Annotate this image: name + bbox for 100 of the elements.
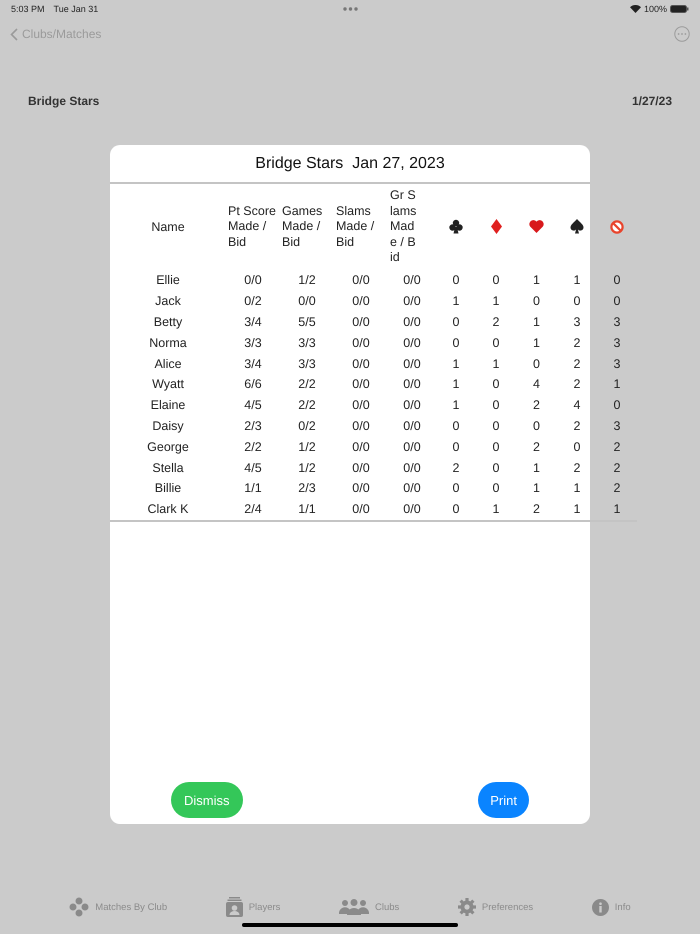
table-cell: 0/0 [352, 440, 370, 454]
table-cell: 1 [533, 481, 540, 496]
table-cell: Wyatt [152, 377, 184, 392]
modal-title: Bridge Stars Jan 27, 2023 [255, 154, 445, 172]
table-cell: 0/0 [352, 418, 370, 433]
table-cell: 1 [574, 502, 580, 516]
table-cell: 0/0 [352, 377, 370, 392]
table-cell: 0 [452, 314, 460, 329]
table-cell: 0/0 [352, 356, 370, 371]
table-cell: 0 [452, 481, 460, 496]
table-cell: 0 [614, 398, 620, 412]
table-cell: 3/3 [298, 356, 316, 371]
table-cell: 1/2 [298, 440, 316, 454]
club-icon [449, 219, 463, 234]
table-cell: 0/0 [352, 398, 370, 412]
table-cell: 3 [614, 336, 620, 350]
table-cell: 0 [533, 294, 540, 308]
table-cell: Jack [155, 294, 181, 308]
table-cell: 0/0 [403, 336, 421, 350]
table-cell: 0/0 [244, 273, 262, 288]
table-cell: 3 [614, 418, 620, 433]
table-cell: 0/0 [403, 377, 421, 392]
table-cell: 0 [492, 377, 500, 392]
table-cell: 3/4 [244, 356, 262, 371]
table-cell: Clark K [148, 502, 188, 516]
table-cell: 2 [574, 377, 580, 392]
table-cell: Elaine [150, 398, 186, 412]
table-cell: 1 [533, 273, 540, 288]
table-cell: 2 [574, 418, 580, 433]
table-cell: Norma [149, 336, 187, 350]
column-header: Pt Score Made / Bid [228, 204, 277, 250]
battery-icon [670, 4, 689, 12]
table-cell: 0 [492, 336, 500, 350]
tab-item[interactable]: Preferences [458, 897, 534, 917]
table-cell: 2 [452, 460, 460, 475]
prohibited-icon [610, 220, 624, 234]
tab-item[interactable]: Matches By Club [69, 897, 168, 917]
table-cell: Stella [152, 460, 184, 475]
table-cell: 0/0 [403, 273, 421, 288]
table-cell: 0 [452, 502, 460, 516]
table-cell: 1 [574, 273, 580, 288]
table-cell: 5/5 [298, 314, 316, 329]
table-cell: 0/0 [403, 418, 421, 433]
table-cell: 2/2 [244, 440, 262, 454]
people-icon [339, 899, 370, 915]
table-cell: 1/2 [298, 460, 316, 475]
column-header: Slams Made / Bid [336, 204, 376, 250]
dismiss-button[interactable]: Dismiss [171, 782, 242, 818]
column-header: Gr Slams Made / Bid [390, 188, 418, 266]
table-cell: 1 [614, 502, 620, 516]
table-cell: 2 [614, 460, 620, 475]
table-cell: 2 [614, 481, 620, 496]
table-cell: 0 [492, 418, 500, 433]
print-button[interactable]: Print [478, 782, 529, 818]
table-cell: 4/5 [244, 460, 262, 475]
table-cell: 0/0 [403, 398, 421, 412]
table-cell: 0 [492, 481, 500, 496]
table-cell: 1 [533, 336, 540, 350]
table-cell: 2 [492, 314, 500, 329]
tab-item[interactable]: Players [226, 897, 280, 917]
table-cell: 0 [614, 294, 620, 308]
table-cell: 2/3 [244, 418, 262, 433]
table-cell: 0/2 [244, 294, 262, 308]
table-cell: 2 [574, 336, 580, 350]
table-cell: 3 [614, 356, 620, 371]
settings-icon [458, 898, 476, 916]
table-cell: 0 [452, 440, 460, 454]
table-cell: 0/0 [352, 314, 370, 329]
table-cell: 1 [574, 481, 580, 496]
more-icon[interactable] [674, 26, 690, 42]
table-cell: 3 [574, 314, 580, 329]
table-cell: 2/2 [298, 377, 316, 392]
table-cell: 1 [452, 377, 460, 392]
table-cell: 0 [492, 273, 500, 288]
table-cell: 0 [452, 336, 460, 350]
table-cell: Ellie [156, 273, 180, 288]
diamond-icon [490, 219, 502, 234]
table-cell: 0/0 [403, 294, 421, 308]
table-cell: Daisy [152, 418, 184, 433]
table-cell: 1 [492, 356, 500, 371]
table-cell: 0 [492, 398, 500, 412]
table-cell: 0/0 [403, 502, 421, 516]
heart-icon [529, 220, 544, 234]
table-cell: 0/0 [352, 502, 370, 516]
tab-item[interactable]: Info [592, 897, 631, 917]
table-cell: 2 [574, 460, 580, 475]
table-cell: 0 [574, 294, 580, 308]
club-title: Bridge Stars [28, 94, 100, 108]
table-cell: 1 [492, 294, 500, 308]
table-cell: 4 [574, 398, 580, 412]
table-cell: 2 [533, 398, 540, 412]
table-cell: 2/3 [298, 481, 316, 496]
table-cell: 0/0 [403, 460, 421, 475]
table-cell: 4/5 [244, 398, 262, 412]
match-date: 1/27/23 [632, 94, 672, 108]
table-cell: 0/0 [352, 294, 370, 308]
table-cell: 1/1 [298, 502, 316, 516]
table-cell: 1/1 [244, 481, 262, 496]
table-cell: 1 [614, 377, 620, 392]
tab-item[interactable]: Clubs [339, 897, 400, 917]
